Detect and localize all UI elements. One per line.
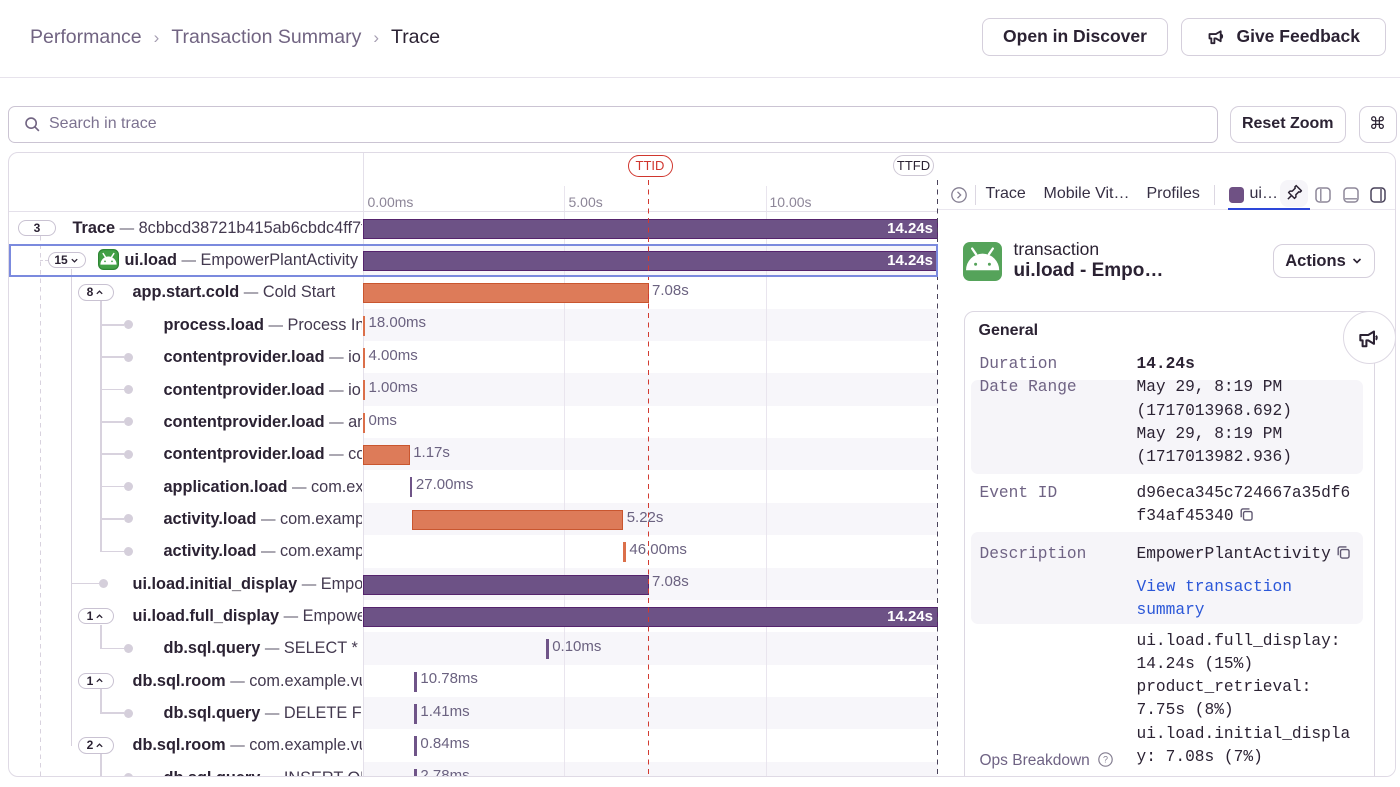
svg-text:?: ? bbox=[1103, 755, 1108, 765]
